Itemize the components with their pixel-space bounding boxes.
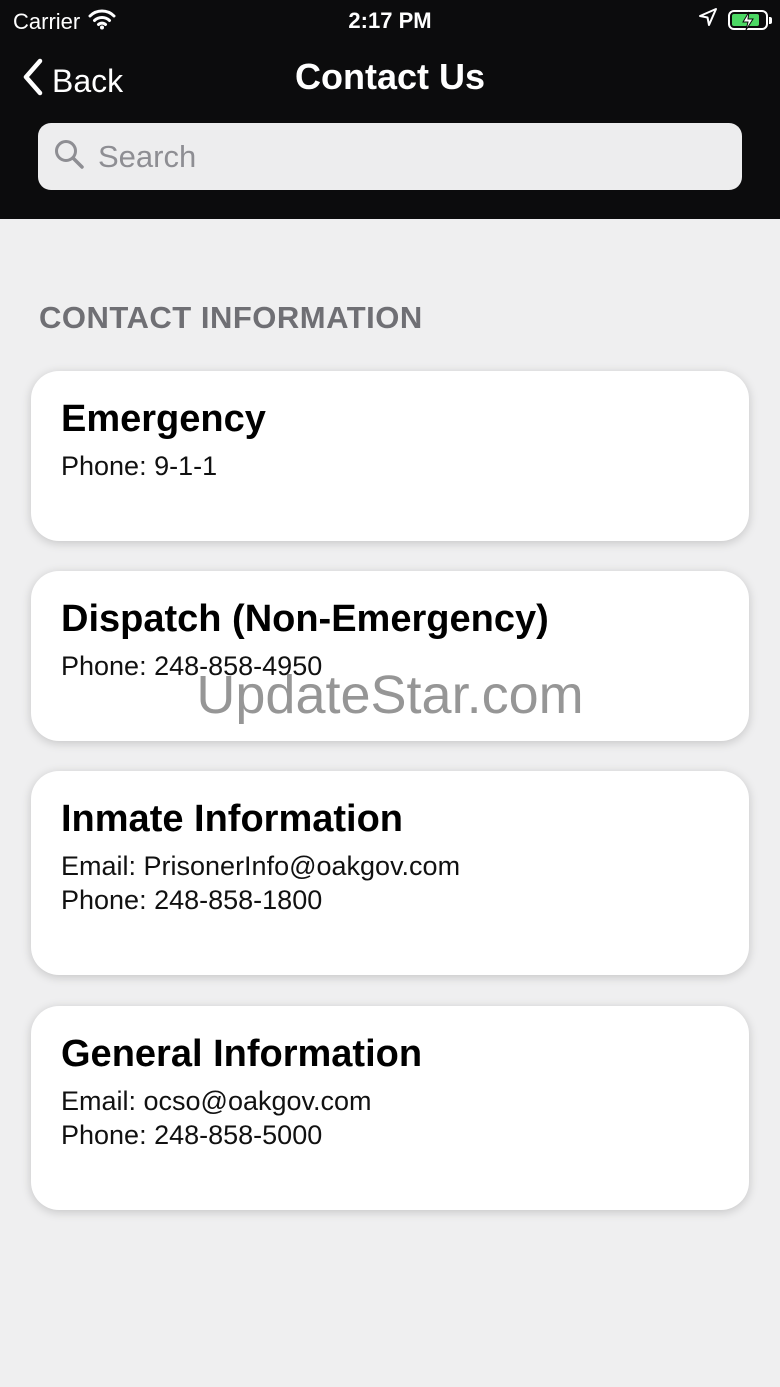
search-input[interactable] — [96, 137, 700, 176]
battery-tip — [769, 17, 772, 24]
contact-card-general-information[interactable]: General Information Email: ocso@oakgov.c… — [31, 1006, 749, 1210]
screen: Carrier 2:17 PM Back Contact Us Search C… — [0, 0, 780, 1387]
nav-bar: Back Contact Us — [0, 48, 780, 108]
card-title: Emergency — [61, 398, 266, 440]
card-email: Email: ocso@oakgov.com — [61, 1086, 372, 1116]
battery-charging-icon — [728, 10, 772, 31]
status-time: 2:17 PM — [348, 8, 432, 33]
status-bar: Carrier 2:17 PM — [0, 0, 780, 40]
card-phone: Phone: 9-1-1 — [61, 451, 218, 481]
card-phone: Phone: 248-858-5000 — [61, 1120, 323, 1150]
charging-bolt-icon — [741, 11, 755, 37]
contact-card-inmate-information[interactable]: Inmate Information Email: PrisonerInfo@o… — [31, 771, 749, 975]
header: Carrier 2:17 PM Back Contact Us Search — [0, 0, 780, 219]
search-icon — [54, 139, 84, 174]
search-bar[interactable] — [38, 123, 742, 190]
card-phone: Phone: 248-858-4950 — [61, 651, 323, 681]
section-header: CONTACT INFORMATION — [39, 300, 423, 335]
card-title: Inmate Information — [61, 798, 404, 840]
card-phone: Phone: 248-858-1800 — [61, 885, 323, 915]
contact-card-dispatch[interactable]: Dispatch (Non-Emergency) Phone: 248-858-… — [31, 571, 749, 741]
card-email: Email: PrisonerInfo@oakgov.com — [61, 851, 461, 881]
contact-card-emergency[interactable]: Emergency Phone: 9-1-1 — [31, 371, 749, 541]
page-title: Contact Us — [294, 56, 486, 97]
card-title: General Information — [61, 1033, 423, 1075]
card-title: Dispatch (Non-Emergency) — [61, 598, 549, 640]
location-arrow-icon — [698, 7, 718, 33]
status-right-group — [698, 7, 772, 33]
